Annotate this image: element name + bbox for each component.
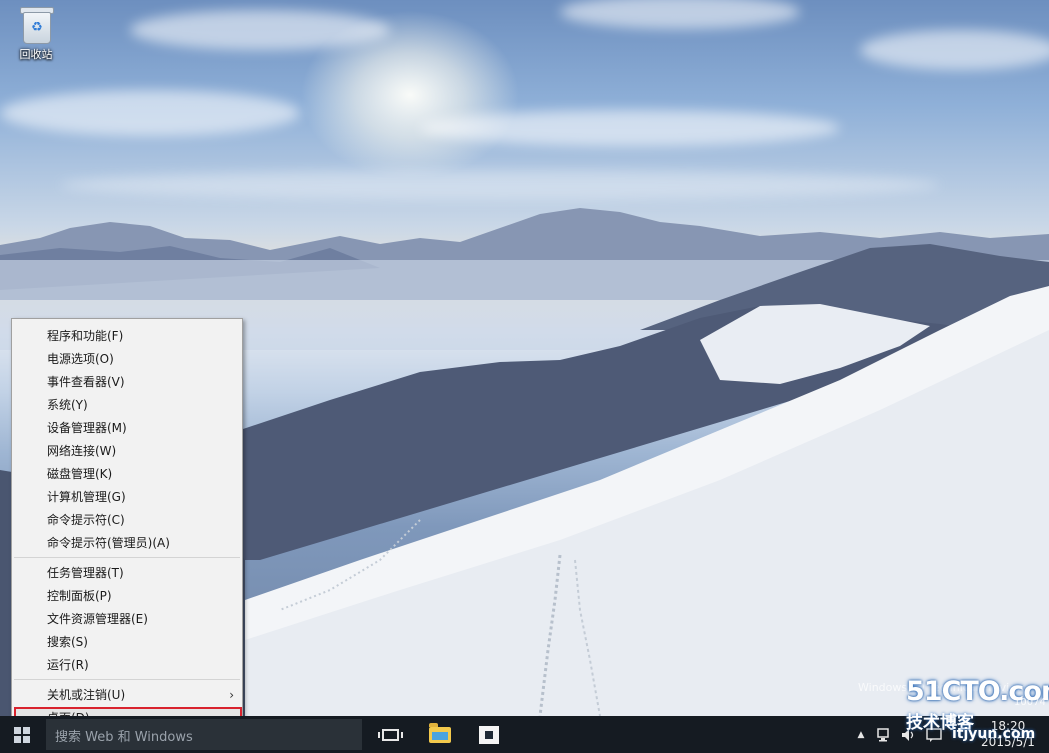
- menu-item-command-prompt[interactable]: 命令提示符(C): [12, 509, 242, 531]
- file-explorer-taskbar-button[interactable]: [417, 716, 463, 753]
- task-view-button[interactable]: [367, 716, 413, 753]
- site-url: itjyun.com: [952, 726, 1036, 742]
- menu-item-system[interactable]: 系统(Y): [12, 394, 242, 416]
- menu-item-network-connections[interactable]: 网络连接(W): [12, 440, 242, 462]
- taskbar-search-box[interactable]: 搜索 Web 和 Windows: [46, 719, 362, 750]
- windows-logo-icon: [14, 727, 30, 743]
- desktop-icon-recycle-bin[interactable]: ♻ 回收站: [8, 4, 64, 62]
- menu-item-file-explorer[interactable]: 文件资源管理器(E): [12, 608, 242, 630]
- menu-item-command-prompt-admin[interactable]: 命令提示符(管理员)(A): [12, 532, 242, 554]
- search-placeholder: 搜索 Web 和 Windows: [55, 730, 193, 745]
- menu-item-disk-management[interactable]: 磁盘管理(K): [12, 463, 242, 485]
- network-icon: [877, 727, 889, 741]
- menu-item-search[interactable]: 搜索(S): [12, 631, 242, 653]
- submenu-arrow-icon: ›: [229, 688, 234, 702]
- menu-item-event-viewer[interactable]: 事件查看器(V): [12, 371, 242, 393]
- recycle-bin-icon: ♻: [19, 4, 54, 44]
- menu-item-task-manager[interactable]: 任务管理器(T): [12, 562, 242, 584]
- desktop-icon-label: 回收站: [19, 48, 53, 61]
- tray-network-button[interactable]: [874, 716, 896, 753]
- menu-separator: [14, 557, 240, 558]
- tray-overflow-button[interactable]: ▲: [852, 716, 870, 753]
- menu-item-programs-features[interactable]: 程序和功能(F): [12, 325, 242, 347]
- start-button[interactable]: [0, 716, 46, 753]
- file-explorer-icon: [429, 722, 451, 743]
- store-icon: [479, 725, 499, 744]
- build-number: 10074: [1014, 697, 1046, 708]
- menu-item-device-manager[interactable]: 设备管理器(M): [12, 417, 242, 439]
- menu-item-computer-management[interactable]: 计算机管理(G): [12, 486, 242, 508]
- menu-separator: [14, 679, 240, 680]
- menu-item-control-panel[interactable]: 控制面板(P): [12, 585, 242, 607]
- menu-item-run[interactable]: 运行(R): [12, 654, 242, 676]
- taskbar: 搜索 Web 和 Windows ▲ 18:20 2015/5/1: [0, 716, 1049, 753]
- menu-item-shutdown-signout[interactable]: 关机或注销(U) ›: [12, 684, 242, 706]
- menu-item-label: 关机或注销(U): [47, 688, 126, 702]
- winx-context-menu: 程序和功能(F) 电源选项(O) 事件查看器(V) 系统(Y) 设备管理器(M)…: [11, 318, 243, 734]
- menu-item-power-options[interactable]: 电源选项(O): [12, 348, 242, 370]
- chevron-up-icon: ▲: [857, 729, 865, 740]
- store-taskbar-button[interactable]: [466, 716, 512, 753]
- task-view-icon: [377, 728, 403, 741]
